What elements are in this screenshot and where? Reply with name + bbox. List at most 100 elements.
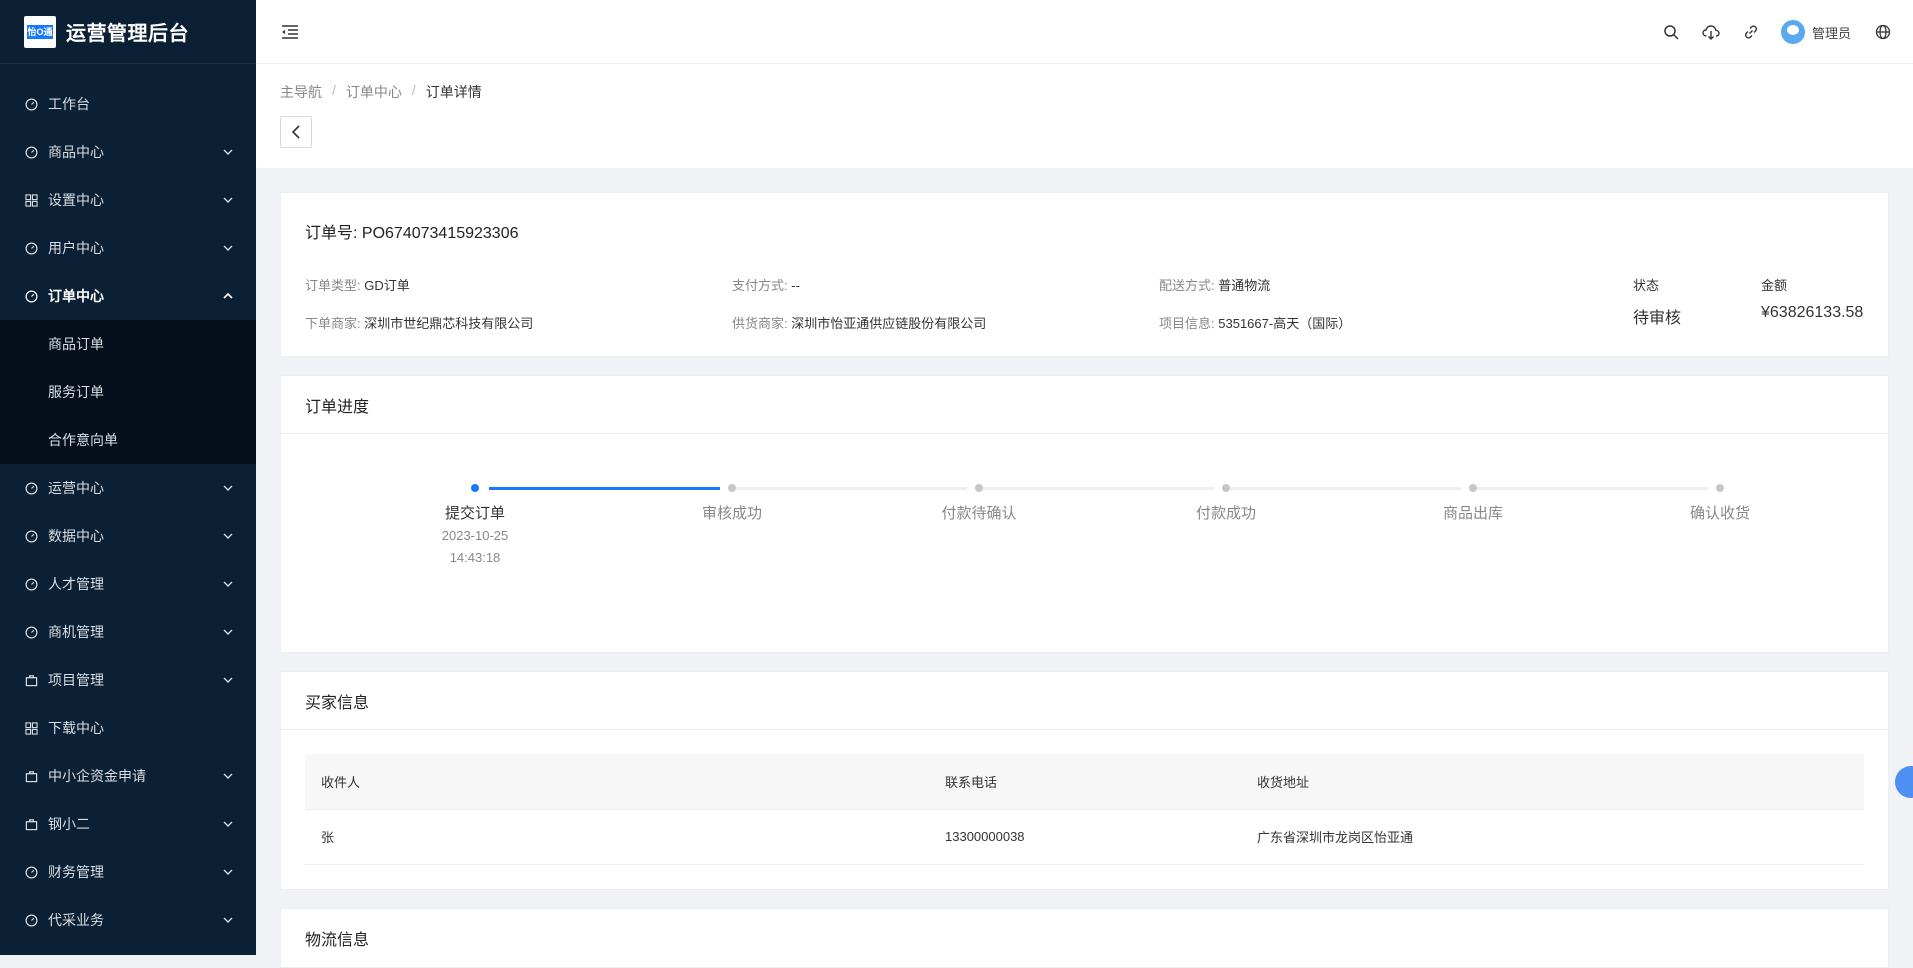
sidebar-item-label: 设置中心 — [48, 192, 104, 208]
progress-dot — [1469, 484, 1477, 492]
chevron-up-icon — [222, 289, 236, 303]
chevron-down-icon — [222, 577, 236, 591]
sidebar-item-11[interactable]: 中小企资金申请 — [0, 752, 256, 800]
sidebar-item-1[interactable]: 商品中心 — [0, 128, 256, 176]
cell-recipient: 张 — [305, 809, 929, 865]
supplier-value: 深圳市怡亚通供应链股份有限公司 — [791, 316, 987, 331]
progress-step-label: 确认收货 — [1689, 505, 1750, 522]
logo: 怡O通 — [24, 15, 56, 48]
order-status: 状态 待审核 — [1633, 275, 1681, 328]
sidebar-item-label: 项目管理 — [48, 672, 104, 688]
sidebar-item-14[interactable]: 代采业务 — [0, 896, 256, 944]
supplier: 供货商家: 深圳市怡亚通供应链股份有限公司 — [732, 313, 986, 332]
user-menu[interactable]: 管理员 — [1780, 20, 1851, 44]
sidebar-item-label: 下载中心 — [48, 720, 104, 736]
delivery-method-label: 配送方式: — [1159, 278, 1215, 293]
sidebar-item-0[interactable]: 工作台 — [0, 80, 256, 128]
back-button[interactable] — [280, 116, 312, 148]
breadcrumb-separator: / — [332, 82, 336, 98]
progress-step-label: 付款待确认 — [941, 505, 1017, 522]
menu-fold-icon[interactable] — [280, 22, 300, 42]
order-number-label: 订单号: — [305, 225, 358, 242]
sidebar-item-label: 商品中心 — [48, 144, 104, 160]
sidebar-item-7[interactable]: 人才管理 — [0, 560, 256, 608]
order-number: 订单号: PO674073415923306 — [305, 219, 1864, 243]
order-amount-value: ¥63826133.58 — [1761, 304, 1864, 321]
sidebar-item-2[interactable]: 设置中心 — [0, 176, 256, 224]
sidebar-item-5[interactable]: 运营中心 — [0, 464, 256, 512]
user-name: 管理员 — [1811, 25, 1851, 41]
delivery-method: 配送方式: 普通物流 — [1159, 275, 1270, 294]
order-status-value: 待审核 — [1633, 310, 1682, 327]
dashboard-icon — [24, 289, 38, 303]
order-status-label: 状态 — [1633, 278, 1660, 293]
progress-step: 商品出库 — [1393, 484, 1553, 523]
briefcase-icon — [24, 673, 38, 687]
sidebar-item-10[interactable]: 下载中心 — [0, 704, 256, 752]
dashboard-icon — [24, 577, 38, 591]
sidebar: 怡O通 运营管理后台 工作台商品中心设置中心用户中心订单中心商品订单 服务订单 合作… — [0, 0, 256, 955]
logo-text: 怡O通 — [27, 24, 53, 39]
sidebar-item-label: 用户中心 — [48, 240, 104, 256]
progress-step: 付款待确认 — [899, 484, 1059, 523]
submenu-item-0[interactable]: 商品订单 — [0, 320, 256, 368]
progress-step-time: 14:43:18 — [449, 550, 501, 565]
progress-step-label: 付款成功 — [1195, 505, 1256, 522]
dashboard-icon — [24, 241, 38, 255]
project-info-label: 项目信息: — [1159, 316, 1215, 331]
chevron-down-icon — [222, 817, 236, 831]
globe-icon[interactable] — [1873, 22, 1893, 42]
progress-dot — [728, 484, 736, 492]
sidebar-item-label: 数据中心 — [48, 528, 104, 544]
payment-method: 支付方式: -- — [732, 275, 800, 294]
payment-method-label: 支付方式: — [732, 278, 788, 293]
ordering-merchant-label: 下单商家: — [305, 316, 361, 331]
sidebar-item-13[interactable]: 财务管理 — [0, 848, 256, 896]
progress-step-label: 审核成功 — [701, 505, 762, 522]
breadcrumb-separator: / — [411, 82, 416, 98]
submenu-item-1[interactable]: 服务订单 — [0, 368, 256, 416]
submenu-item-2[interactable]: 合作意向单 — [0, 416, 256, 464]
order-type-label: 订单类型: — [305, 278, 361, 293]
sidebar-item-6[interactable]: 数据中心 — [0, 512, 256, 560]
payment-method-value: -- — [791, 278, 800, 293]
dashboard-icon — [24, 865, 38, 879]
link-icon[interactable] — [1741, 22, 1761, 42]
dashboard-icon — [24, 97, 38, 111]
progress-dot — [471, 484, 479, 492]
content: 订单号: PO674073415923306 订单类型: GD订单 支付方式: … — [256, 168, 1913, 968]
order-submenu: 商品订单 服务订单 合作意向单 — [0, 320, 256, 464]
cloud-download-icon[interactable] — [1701, 22, 1721, 42]
sidebar-item-label: 订单中心 — [48, 288, 104, 304]
search-icon[interactable] — [1661, 22, 1681, 42]
sidebar-item-3[interactable]: 用户中心 — [0, 224, 256, 272]
project-info-value: 5351667-高天（国际） — [1218, 316, 1352, 331]
breadcrumb-home[interactable]: 主导航 — [280, 82, 322, 102]
breadcrumb-current: 订单详情 — [425, 84, 482, 100]
progress-dot — [975, 484, 983, 492]
order-summary-card: 订单号: PO674073415923306 订单类型: GD订单 支付方式: … — [280, 192, 1889, 357]
order-progress-steps: 提交订单 2023-10-25 14:43:18 审核成功 付款待确认 付款成功 商品出库 确… — [281, 434, 1888, 652]
grid-icon — [24, 193, 38, 207]
ordering-merchant-value: 深圳市世纪鼎芯科技有限公司 — [364, 316, 534, 331]
progress-step-label: 商品出库 — [1442, 505, 1503, 522]
sidebar-item-label: 财务管理 — [48, 864, 104, 880]
column-header-recipient: 收件人 — [305, 754, 929, 810]
app-title: 运营管理后台 — [66, 23, 189, 45]
topbar-actions: 管理员 — [1661, 0, 1913, 64]
sidebar-item-label: 人才管理 — [48, 576, 104, 592]
order-amount-label: 金额 — [1761, 278, 1788, 293]
briefcase-icon — [24, 817, 38, 831]
chevron-down-icon — [222, 481, 236, 495]
buyer-info-title: 买家信息 — [281, 672, 1888, 730]
breadcrumb-order-center[interactable]: 订单中心 — [346, 82, 402, 102]
sidebar-item-8[interactable]: 商机管理 — [0, 608, 256, 656]
order-number-value: PO674073415923306 — [361, 225, 519, 242]
sidebar-item-4[interactable]: 订单中心 — [0, 272, 256, 320]
ordering-merchant: 下单商家: 深圳市世纪鼎芯科技有限公司 — [305, 313, 533, 332]
chevron-down-icon — [222, 625, 236, 639]
table-header-row: 收件人 联系电话 收货地址 — [305, 754, 1864, 810]
sidebar-item-9[interactable]: 项目管理 — [0, 656, 256, 704]
sidebar-menu: 工作台商品中心设置中心用户中心订单中心商品订单 服务订单 合作意向单 运营中心数据中心… — [0, 64, 256, 944]
sidebar-item-12[interactable]: 钢小二 — [0, 800, 256, 848]
